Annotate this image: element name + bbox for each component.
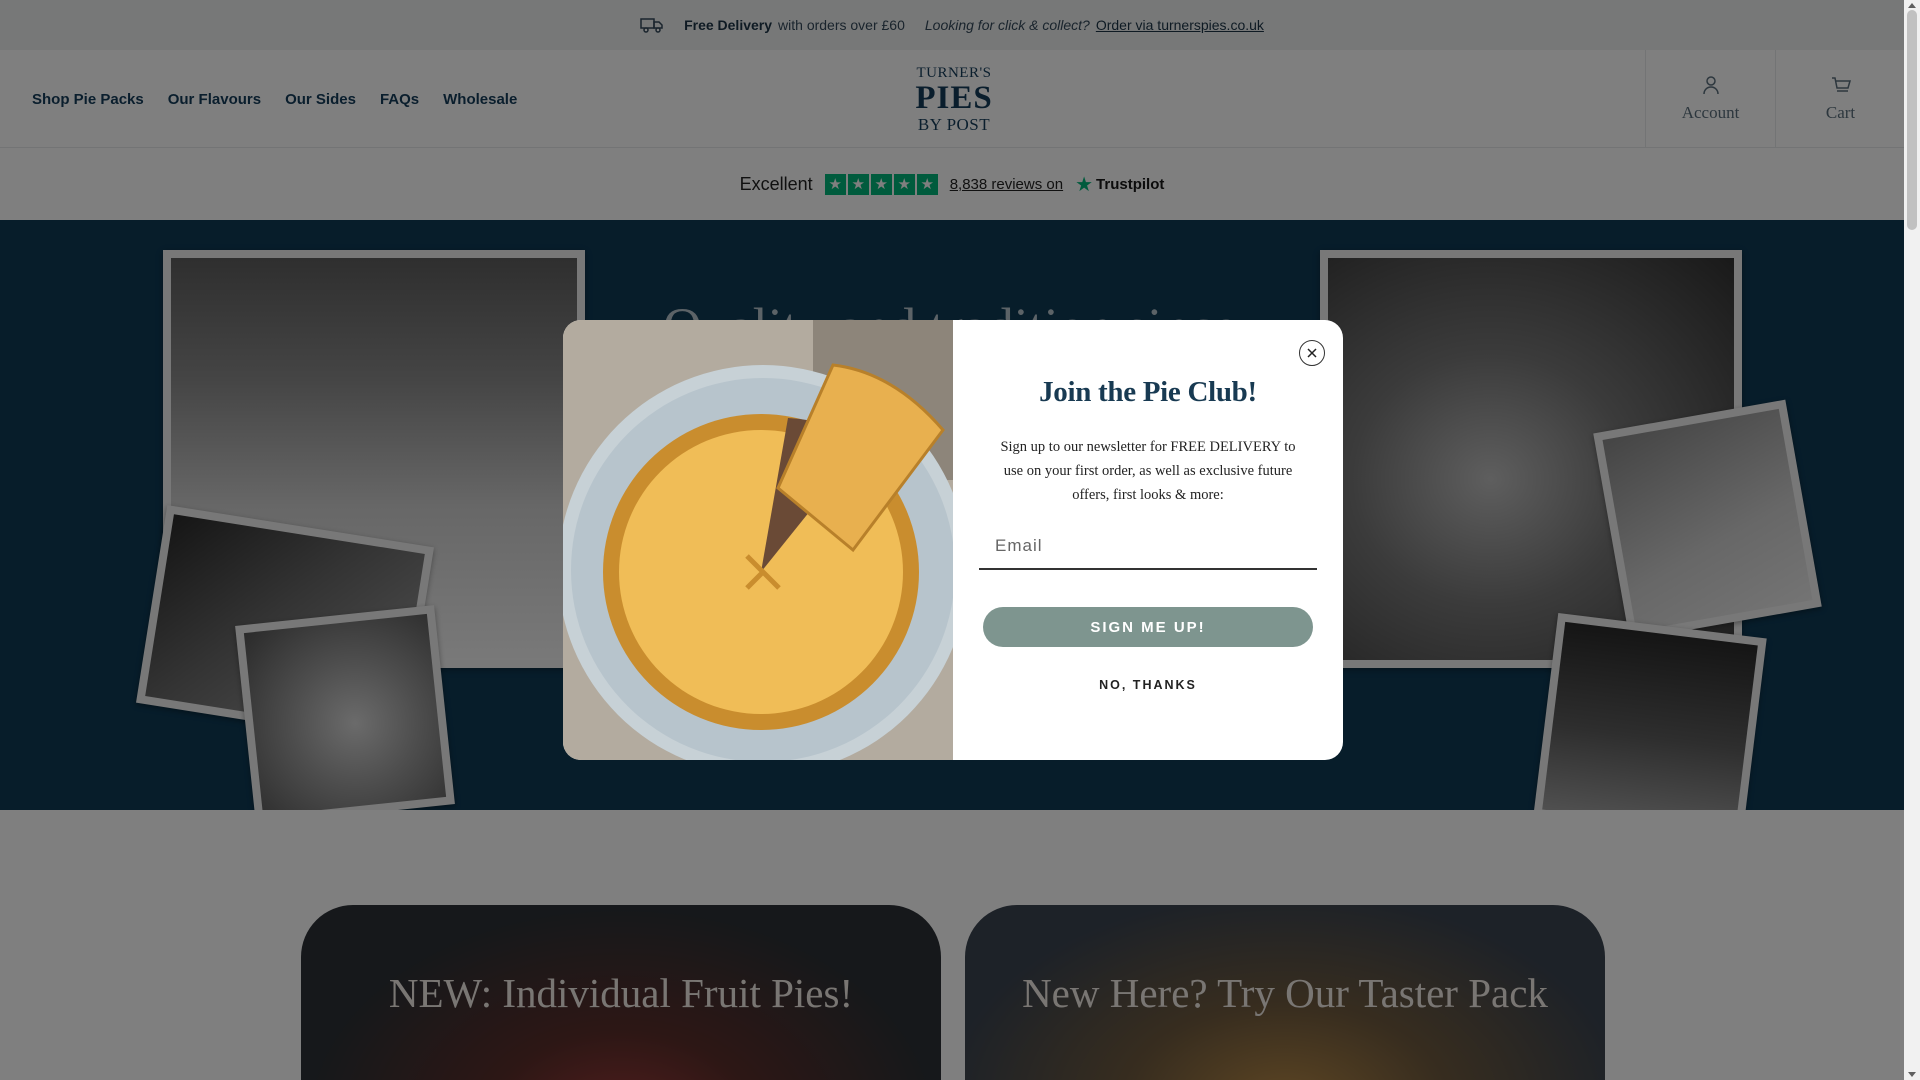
pie-image bbox=[563, 320, 953, 760]
no-thanks-button[interactable]: NO, THANKS bbox=[953, 678, 1343, 692]
close-icon bbox=[1307, 348, 1317, 358]
newsletter-modal: Join the Pie Club! Sign up to our newsle… bbox=[563, 320, 1343, 760]
scroll-up-arrow-icon[interactable] bbox=[1908, 3, 1916, 8]
pie-illustration bbox=[563, 320, 953, 760]
page: Free Delivery with orders over £60 Looki… bbox=[0, 0, 1920, 1080]
newsletter-form: Join the Pie Club! Sign up to our newsle… bbox=[953, 320, 1343, 760]
close-button[interactable] bbox=[1299, 340, 1325, 366]
email-field[interactable] bbox=[979, 524, 1317, 570]
modal-title: Join the Pie Club! bbox=[1039, 376, 1257, 408]
scrollbar-thumb[interactable] bbox=[1907, 10, 1917, 230]
signup-button[interactable]: SIGN ME UP! bbox=[983, 607, 1313, 647]
modal-body: Sign up to our newsletter for FREE DELIV… bbox=[1000, 439, 1296, 503]
page-scrollbar[interactable] bbox=[1904, 0, 1920, 1080]
scroll-down-arrow-icon[interactable] bbox=[1908, 1072, 1916, 1077]
